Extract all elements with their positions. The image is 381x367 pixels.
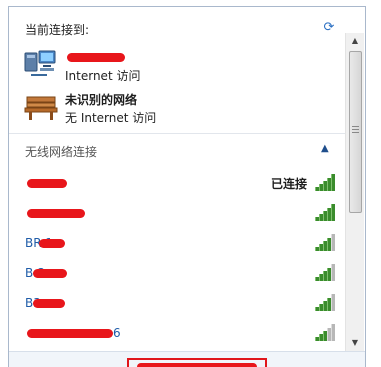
wifi-item-2[interactable] <box>25 201 337 227</box>
redacted-ssid <box>27 329 113 338</box>
scrollbar-thumb[interactable] <box>349 51 362 213</box>
signal-strength-icon <box>315 293 335 311</box>
redacted-ssid <box>33 299 65 308</box>
wifi-item-3[interactable]: BR-1 <box>25 231 337 257</box>
scroll-up-icon[interactable]: ▲ <box>346 33 364 49</box>
current-network-2: 未识别的网络 无 Internet 访问 <box>23 89 343 129</box>
flyout-footer <box>9 351 365 367</box>
scrollbar[interactable]: ▲ ▼ <box>345 33 364 355</box>
network-name: 未识别的网络 <box>65 93 138 107</box>
redacted-ssid <box>27 209 85 218</box>
divider <box>9 133 345 134</box>
wifi-item-6[interactable]: 6 <box>25 321 337 347</box>
wifi-item-1[interactable]: 已连接 <box>25 171 337 197</box>
network-connected-icon <box>23 49 59 79</box>
network-flyout: 当前连接到: ⟳ Internet 访问 未识别的网络 无 Internet 访… <box>8 6 366 367</box>
scroll-down-icon[interactable]: ▼ <box>346 335 364 351</box>
signal-strength-icon <box>315 203 335 221</box>
signal-strength-icon <box>315 173 335 191</box>
redacted-network-name <box>67 53 125 62</box>
redacted-ssid <box>27 179 67 188</box>
network-bench-icon <box>23 91 59 121</box>
signal-strength-icon <box>315 233 335 251</box>
current-network-1: Internet 访问 <box>23 47 343 87</box>
wifi-item-5[interactable]: B3 <box>25 291 337 317</box>
chevron-up-icon[interactable]: ▲ <box>321 143 329 154</box>
signal-strength-icon <box>315 323 335 341</box>
wireless-section-title: 无线网络连接 <box>25 145 98 159</box>
network-access: 无 Internet 访问 <box>65 111 157 125</box>
redacted-ssid <box>33 269 67 278</box>
signal-strength-icon <box>315 263 335 281</box>
wifi-ssid: 6 <box>113 326 121 340</box>
wifi-status: 已连接 <box>270 177 307 191</box>
refresh-icon[interactable]: ⟳ <box>321 20 337 36</box>
redacted-ssid <box>39 239 65 248</box>
network-access: Internet 访问 <box>65 69 141 83</box>
wifi-item-4[interactable]: B-2 <box>25 261 337 287</box>
redacted-footer-link <box>137 363 257 367</box>
current-connection-title: 当前连接到: <box>25 23 90 37</box>
